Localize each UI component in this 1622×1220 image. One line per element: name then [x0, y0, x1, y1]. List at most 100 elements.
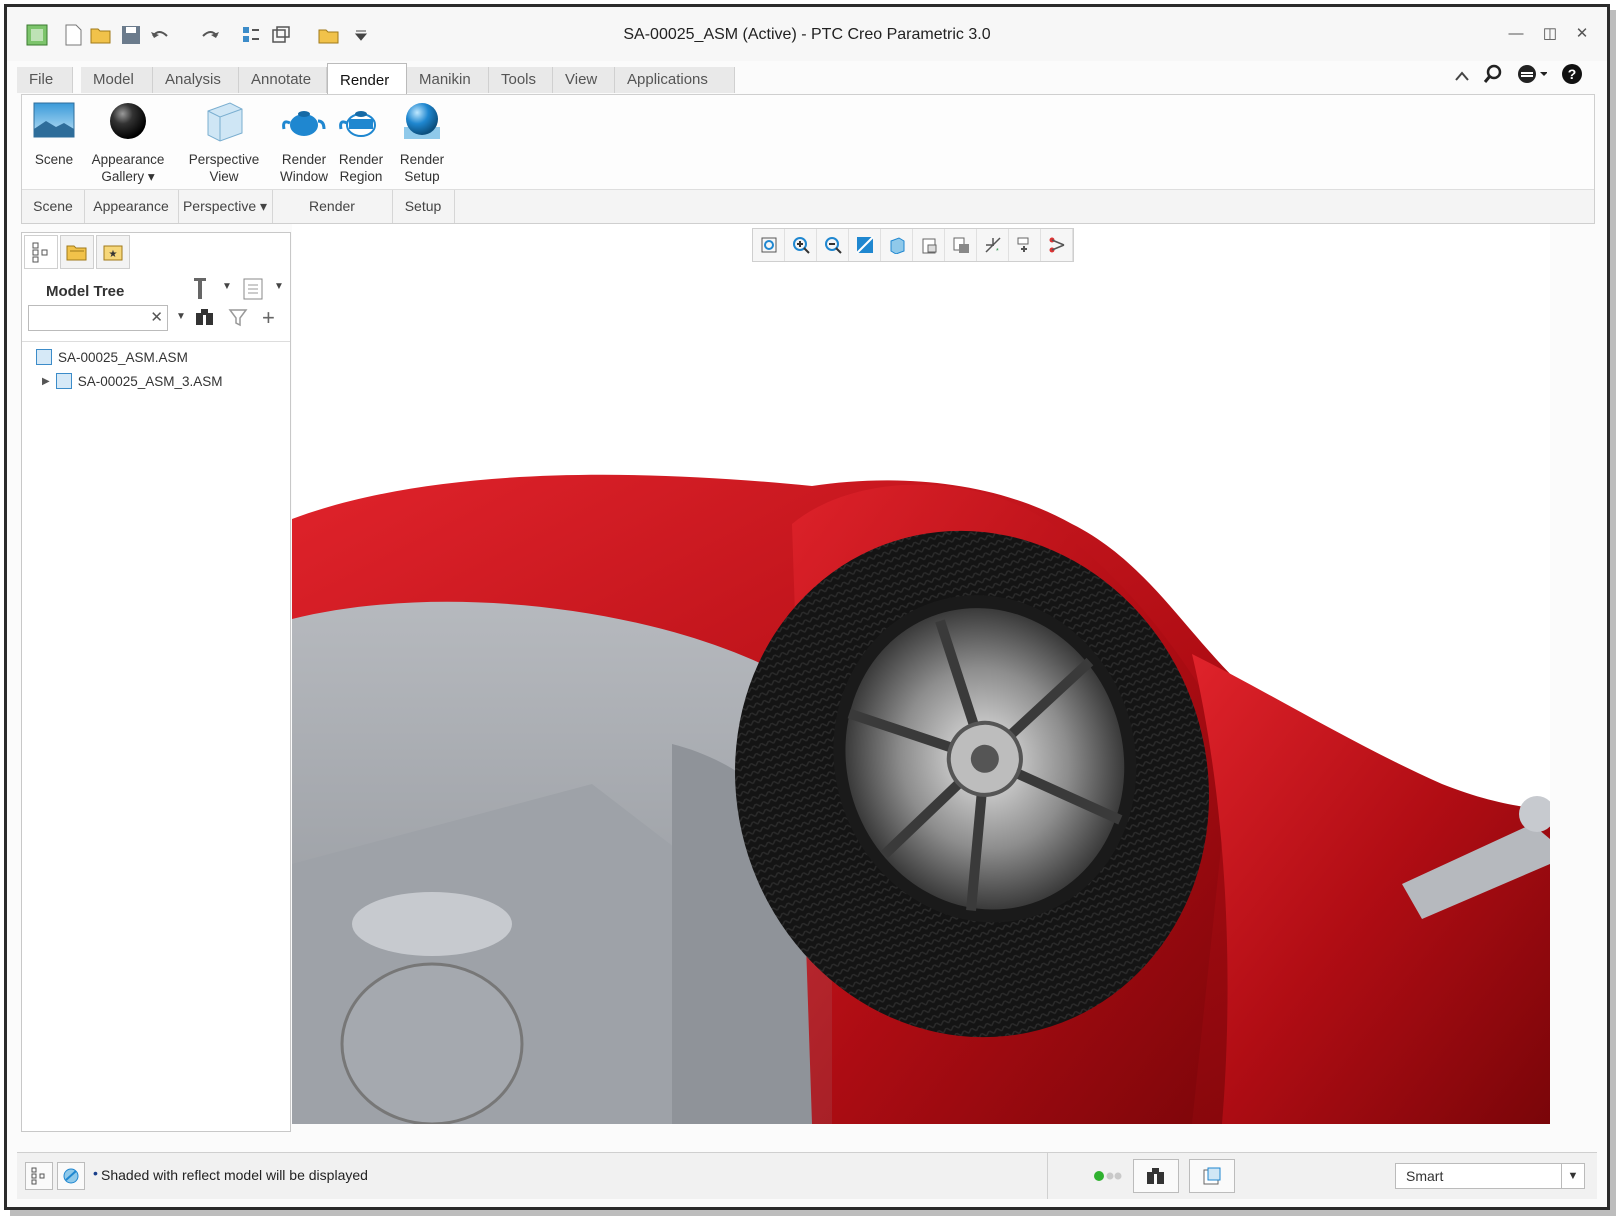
- navigator-panel: ★ Model Tree ▼ ▼ ✕ ▼ + SA-00025_ASM.ASM …: [21, 232, 291, 1132]
- find-icon[interactable]: [1133, 1159, 1179, 1193]
- ribbon-group-labels: Scene Appearance Perspective ▾ Render Se…: [22, 189, 1594, 223]
- svg-text:*: *: [996, 248, 999, 254]
- help-icon[interactable]: ?: [1561, 63, 1583, 90]
- tree-item-label: SA-00025_ASM_3.ASM: [77, 373, 223, 389]
- view-manager-icon[interactable]: [945, 229, 977, 261]
- group-scene[interactable]: Scene: [22, 198, 84, 214]
- search-dropdown-icon[interactable]: ▼: [176, 311, 186, 322]
- favorites-tab[interactable]: ★: [96, 235, 130, 269]
- tree-item-subassembly[interactable]: ▶ SA-00025_ASM_3.ASM: [42, 373, 223, 389]
- render-region-label-2: Region: [339, 169, 383, 184]
- show-icon[interactable]: [242, 277, 264, 306]
- graphics-window[interactable]: *: [292, 224, 1550, 1124]
- favorites-icon: ★: [103, 245, 123, 261]
- regen-status-icon: [1093, 1169, 1125, 1188]
- perspective-cube-icon: [200, 97, 248, 145]
- render-setup-label-2: Setup: [404, 169, 440, 184]
- settings-dropdown-icon[interactable]: ▼: [222, 281, 232, 292]
- render-setup-label-1: Render: [399, 152, 445, 167]
- group-perspective[interactable]: Perspective ▾: [178, 198, 272, 215]
- teapot-region-icon: [337, 97, 385, 145]
- toggle-browser-icon[interactable]: [57, 1162, 85, 1190]
- filter-icon[interactable]: [228, 307, 248, 332]
- settings-icon[interactable]: [190, 275, 212, 306]
- zoom-in-icon[interactable]: [785, 229, 817, 261]
- status-bar: • Shaded with reflect model will be disp…: [17, 1152, 1597, 1199]
- folder-browser-tab[interactable]: [60, 235, 94, 269]
- ribbon-panel: Scene Appearance Gallery ▾ Perspective V…: [21, 94, 1595, 224]
- tree-item-root[interactable]: SA-00025_ASM.ASM: [36, 349, 188, 365]
- appearance-sphere-icon: [104, 97, 152, 145]
- gallery-label: Gallery ▾: [101, 169, 155, 184]
- spin-center-icon[interactable]: [1009, 229, 1041, 261]
- divider: [22, 341, 290, 342]
- perspective-view-button[interactable]: Perspective View: [182, 97, 266, 185]
- selection-filter-select[interactable]: Smart ▼: [1395, 1163, 1585, 1189]
- expand-arrow-icon[interactable]: ▶: [42, 376, 50, 387]
- datum-display-icon[interactable]: *: [977, 229, 1009, 261]
- refit-icon[interactable]: [753, 229, 785, 261]
- collapse-ribbon-icon[interactable]: [1455, 68, 1469, 86]
- find-binoculars-icon[interactable]: [194, 307, 216, 332]
- annotation-display-icon[interactable]: [1041, 229, 1073, 261]
- tab-model[interactable]: Model: [81, 67, 153, 93]
- selected-items-icon[interactable]: [1189, 1159, 1235, 1193]
- tab-applications[interactable]: Applications: [615, 67, 735, 93]
- community-icon[interactable]: [1517, 64, 1548, 89]
- group-setup[interactable]: Setup: [392, 198, 454, 214]
- scene-button[interactable]: Scene: [26, 97, 82, 168]
- appearance-label: Appearance: [91, 152, 165, 167]
- assembly-icon: [55, 373, 72, 389]
- saved-views-icon[interactable]: [913, 229, 945, 261]
- restore-icon[interactable]: ◫: [1539, 25, 1561, 43]
- tab-render[interactable]: Render: [327, 63, 407, 94]
- model-tree-tab[interactable]: [24, 235, 58, 269]
- zoom-out-icon[interactable]: [817, 229, 849, 261]
- repaint-icon[interactable]: [849, 229, 881, 261]
- close-icon[interactable]: ✕: [1571, 25, 1593, 43]
- window-title: SA-00025_ASM (Active) - PTC Creo Paramet…: [623, 26, 991, 43]
- render-window-label-2: Window: [279, 169, 328, 184]
- tab-file[interactable]: File ▾: [17, 67, 73, 114]
- group-appearance[interactable]: Appearance: [84, 198, 178, 214]
- render-region-button[interactable]: Render Region: [334, 97, 388, 185]
- tab-manikin[interactable]: Manikin: [407, 67, 489, 93]
- model-tree-icon: [32, 242, 48, 263]
- tree-item-label: SA-00025_ASM.ASM: [58, 349, 188, 365]
- chevron-down-icon[interactable]: ▼: [1561, 1164, 1584, 1188]
- ribbon-tabs: File ▾ Model Analysis Annotate Render Ma…: [17, 63, 1597, 114]
- car-render: [292, 474, 1550, 1124]
- tab-analysis[interactable]: Analysis: [153, 67, 239, 93]
- tab-view[interactable]: View: [553, 67, 615, 93]
- add-column-icon[interactable]: +: [262, 305, 275, 331]
- message-bullet-icon: •: [93, 1165, 98, 1181]
- svg-text:?: ?: [1568, 66, 1577, 82]
- group-render[interactable]: Render: [272, 198, 392, 214]
- render-region-label-1: Render: [338, 152, 384, 167]
- tab-tools[interactable]: Tools: [489, 67, 553, 93]
- minimize-icon[interactable]: —: [1505, 25, 1527, 43]
- appearance-gallery-button[interactable]: Appearance Gallery ▾: [88, 97, 168, 185]
- tab-annotate[interactable]: Annotate: [239, 67, 327, 93]
- view-label: View: [209, 169, 239, 184]
- show-dropdown-icon[interactable]: ▼: [274, 281, 284, 292]
- assembly-icon: [36, 349, 52, 365]
- render-setup-button[interactable]: Render Setup: [396, 97, 448, 185]
- svg-text:★: ★: [109, 249, 118, 260]
- group-divider: [454, 190, 455, 223]
- view-toolbar: *: [752, 228, 1074, 262]
- app-window: SA-00025_ASM (Active) - PTC Creo Paramet…: [4, 4, 1610, 1210]
- divider: [1047, 1153, 1048, 1199]
- model-tree-search[interactable]: ✕: [28, 305, 168, 331]
- display-style-icon[interactable]: [881, 229, 913, 261]
- model-tree-heading: Model Tree: [46, 283, 125, 300]
- render-window-label-1: Render: [281, 152, 327, 167]
- scene-icon: [30, 97, 78, 145]
- perspective-label: Perspective: [188, 152, 260, 167]
- scene-label: Scene: [34, 152, 74, 167]
- render-window-button[interactable]: Render Window: [276, 97, 332, 185]
- search-icon[interactable]: [1483, 64, 1503, 89]
- toggle-navigator-icon[interactable]: [25, 1162, 53, 1190]
- clear-search-icon[interactable]: ✕: [150, 308, 163, 326]
- teapot-icon: [280, 97, 328, 145]
